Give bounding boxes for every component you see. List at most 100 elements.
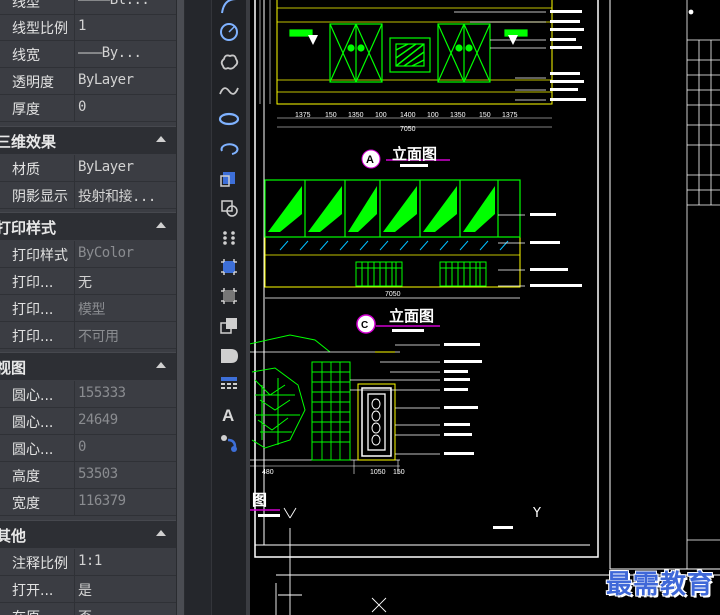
ucs-y-label: Y — [533, 506, 541, 521]
create-block-icon[interactable] — [217, 196, 241, 220]
circle-tool-icon[interactable] — [217, 20, 241, 44]
sheet-border-right — [609, 0, 720, 570]
property-row-thickness[interactable]: 厚度 0 — [0, 95, 176, 122]
draw-toolbar: A — [211, 0, 247, 615]
spline-icon[interactable] — [217, 79, 241, 103]
property-value: ———By... — [78, 45, 142, 61]
property-value: 0 — [78, 439, 86, 455]
section-title-fragment: 图 — [252, 491, 268, 509]
collapse-triangle-icon[interactable] — [156, 222, 166, 228]
property-label: 打开... — [12, 583, 54, 599]
svg-text:A: A — [222, 406, 234, 425]
property-value: ByColor — [78, 245, 134, 261]
property-row-width[interactable]: 宽度 116379 — [0, 489, 176, 516]
dim-text: 480 — [262, 469, 274, 476]
property-row-lineweight[interactable]: 线宽 ———By... — [0, 41, 176, 68]
sheet-border-left — [254, 0, 599, 558]
property-value: 不可用 — [78, 329, 119, 345]
property-value: 0 — [78, 99, 86, 115]
property-row-linetype-scale[interactable]: 线型比例 1 — [0, 14, 176, 41]
property-label: 注释比例 — [12, 556, 68, 572]
section-header-plot-style[interactable]: 打印样式 — [0, 212, 176, 240]
elevation-a-drawing: 1375 150 1350 100 1400 100 1350 150 1375… — [259, 0, 586, 133]
property-row-plot-type[interactable]: 打印... 不可用 — [0, 322, 176, 349]
property-row-plot-table[interactable]: 打印... 无 — [0, 268, 176, 295]
property-row-material[interactable]: 材质 ByLayer — [0, 155, 176, 182]
property-label: 打印... — [12, 302, 54, 318]
property-label: 打印... — [12, 275, 54, 291]
drawing-canvas[interactable]: 1375 150 1350 100 1400 100 1350 150 1375… — [250, 0, 720, 615]
dim-text: 100 — [427, 112, 439, 119]
add-selected-icon[interactable] — [217, 431, 241, 455]
property-row-linetype[interactable]: 线型 ————Bl... — [0, 0, 176, 15]
property-row-ucs-icon-on[interactable]: 打开... 是 — [0, 576, 176, 603]
property-row-ucs-at-origin[interactable]: 在原... 否 — [0, 603, 176, 615]
property-label: 透明度 — [12, 75, 54, 91]
elevation-marker-a-letter: A — [366, 154, 374, 166]
dim-text: 150 — [479, 112, 491, 119]
table-icon[interactable] — [217, 372, 241, 396]
dim-text: 100 — [375, 112, 387, 119]
property-value: 116379 — [78, 493, 126, 509]
property-row-center-y[interactable]: 圆心... 24649 — [0, 408, 176, 435]
property-value: 24649 — [78, 412, 118, 428]
section-header-view[interactable]: 视图 — [0, 352, 176, 380]
elevation-c-drawing: 480 1050 150 — [250, 334, 513, 529]
properties-panel: 线型 ————Bl... 线型比例 1 线宽 ———By... 透明度 ByLa… — [0, 0, 176, 615]
property-label: 在原... — [12, 607, 53, 615]
property-value: 53503 — [78, 466, 118, 482]
property-row-center-z[interactable]: 圆心... 0 — [0, 435, 176, 462]
ellipse-arc-icon[interactable] — [217, 137, 241, 161]
multiline-text-icon[interactable]: A — [217, 402, 241, 426]
arc-tool-icon[interactable] — [217, 0, 241, 18]
elevation-c-title: 立面图 — [389, 307, 435, 325]
scrollbar-thumb[interactable] — [177, 0, 184, 615]
property-row-center-x[interactable]: 圆心... 155333 — [0, 381, 176, 408]
property-row-transparency[interactable]: 透明度 ByLayer — [0, 68, 176, 95]
ellipse-icon[interactable] — [217, 107, 241, 131]
watermark-logo: 最需教育 — [605, 570, 714, 600]
region-icon[interactable] — [217, 343, 241, 367]
property-row-plot-attached[interactable]: 打印... 模型 — [0, 295, 176, 322]
dim-text: 1350 — [450, 112, 466, 119]
property-label: 线宽 — [12, 48, 40, 64]
hatch-icon[interactable] — [217, 255, 241, 279]
boundary-icon[interactable] — [217, 314, 241, 338]
collapse-triangle-icon[interactable] — [156, 136, 166, 142]
collapse-triangle-icon[interactable] — [156, 530, 166, 536]
insert-block-icon[interactable] — [217, 166, 241, 190]
dim-total-text: 7050 — [385, 291, 401, 298]
elevation-marker-c-letter: C — [361, 320, 368, 331]
section-header-misc[interactable]: 其他 — [0, 520, 176, 548]
dim-text: 1375 — [502, 112, 518, 119]
dim-total-text: 7050 — [400, 126, 416, 133]
property-label: 线型比例 — [12, 21, 68, 37]
property-label: 圆心... — [12, 442, 54, 458]
point-icon[interactable] — [217, 226, 241, 250]
property-label: 线型 — [12, 0, 40, 11]
property-row-height[interactable]: 高度 53503 — [0, 462, 176, 489]
properties-scrollbar[interactable] — [176, 0, 185, 615]
dim-text: 150 — [393, 469, 405, 476]
dim-text: 1400 — [400, 112, 416, 119]
elevation-middle-drawing: 7050 — [264, 179, 582, 299]
dim-text: 1350 — [348, 112, 364, 119]
dim-text: 1050 — [370, 469, 386, 476]
section-header-3d-effects[interactable]: 三维效果 — [0, 126, 176, 154]
property-row-annotation-scale[interactable]: 注释比例 1:1 — [0, 549, 176, 576]
property-value: 无 — [78, 275, 92, 291]
property-value: 1 — [78, 18, 86, 34]
collapse-triangle-icon[interactable] — [156, 362, 166, 368]
property-value: 是 — [78, 583, 92, 599]
property-row-plot-style[interactable]: 打印样式 ByColor — [0, 241, 176, 268]
gradient-icon[interactable] — [217, 284, 241, 308]
property-row-shadow-display[interactable]: 阴影显示 投射和接... — [0, 182, 176, 209]
property-label: 高度 — [12, 469, 40, 485]
property-label: 材质 — [12, 162, 40, 178]
revision-cloud-icon[interactable] — [217, 50, 241, 74]
property-value: ————Bl... — [78, 0, 150, 8]
property-label: 阴影显示 — [12, 189, 68, 205]
property-value: 1:1 — [78, 553, 102, 569]
property-label: 圆心... — [12, 388, 54, 404]
title-block — [686, 0, 720, 569]
